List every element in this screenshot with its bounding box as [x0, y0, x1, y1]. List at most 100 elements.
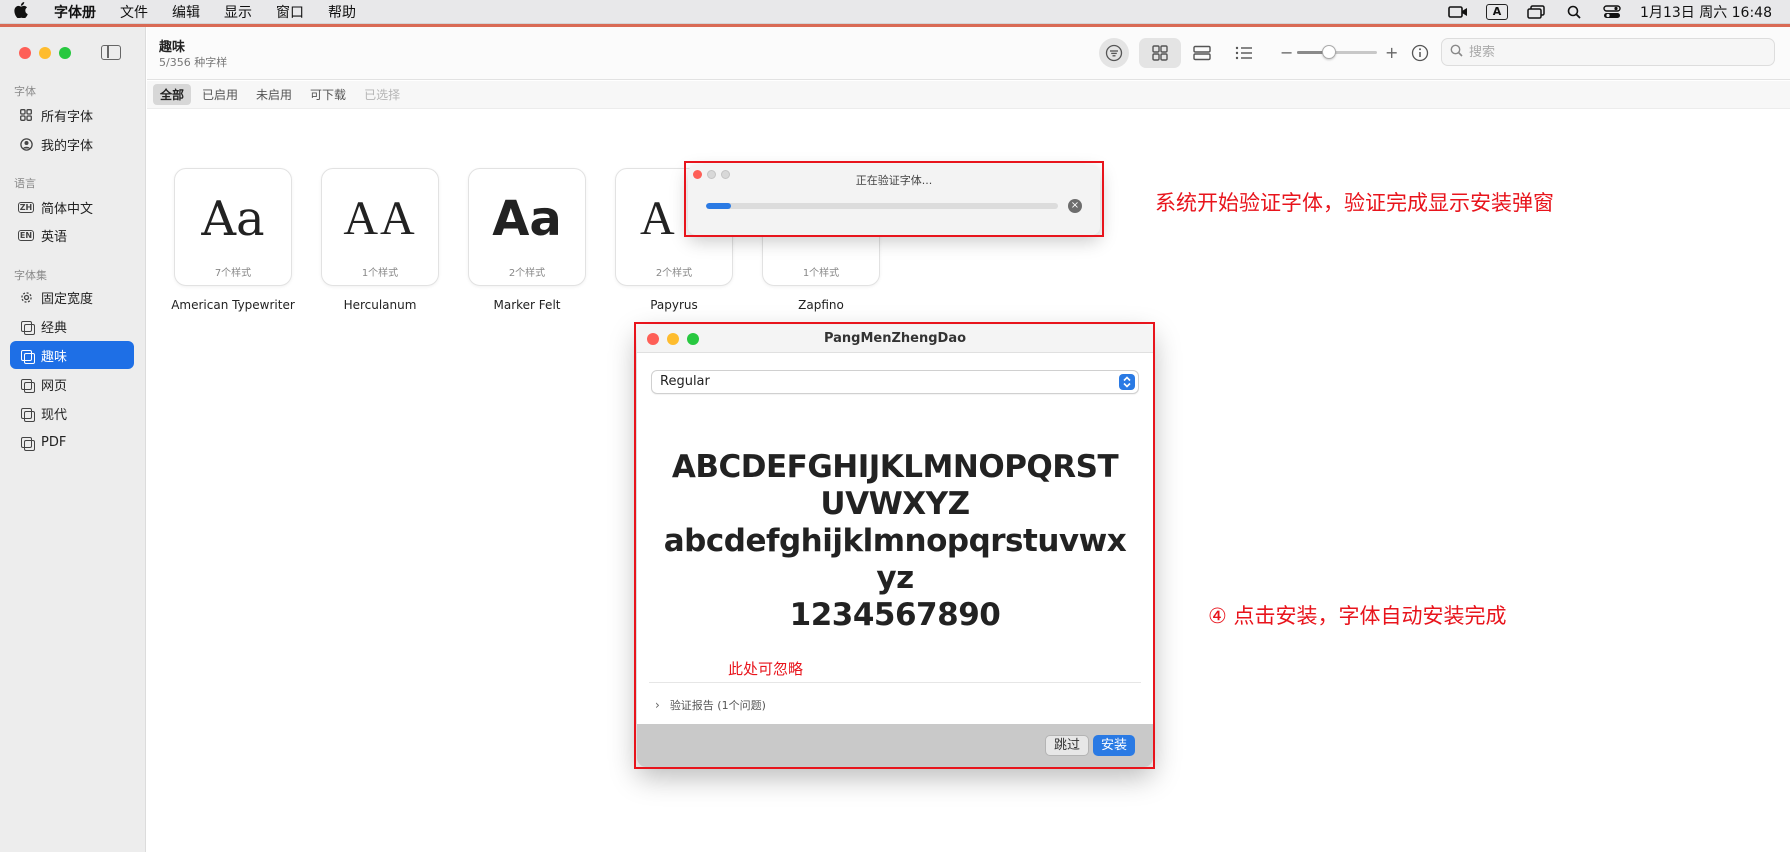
font-style-count: 1个样式 — [802, 268, 840, 279]
menu-app-name[interactable]: 字体册 — [42, 2, 108, 22]
input-source-icon[interactable]: A — [1486, 3, 1509, 20]
skip-button[interactable]: 跳过 — [1045, 735, 1090, 756]
collection-title: 趣味 — [159, 40, 186, 55]
spotlight-search-icon[interactable] — [1564, 4, 1584, 20]
verify-dialog-title: 正在验证字体... — [855, 174, 933, 187]
sidebar-item-label: 英语 — [41, 229, 68, 245]
sidebar-item-web[interactable]: 网页 — [10, 370, 134, 398]
screen-record-icon[interactable] — [1448, 4, 1468, 20]
filter-bar: 全部 已启用 未启用 可下载 已选择 — [147, 81, 1790, 109]
font-style-count: 1个样式 — [361, 268, 399, 279]
close-window-button[interactable] — [19, 47, 31, 59]
menu-edit[interactable]: 编辑 — [160, 2, 212, 22]
apple-menu-icon[interactable] — [0, 1, 42, 22]
sidebar-item-my-fonts[interactable]: 我的字体 — [10, 130, 134, 158]
sidebar-item-label: 所有字体 — [41, 109, 94, 125]
menu-bar: 字体册 文件 编辑 显示 窗口 帮助 A 1月13日 周六 16:48 — [0, 0, 1790, 24]
sidebar-item-pdf[interactable]: PDF — [10, 428, 134, 456]
filter-button[interactable] — [1099, 38, 1129, 68]
preview-lowercase-1: abcdefghijklmnopqrstuvwx — [663, 523, 1127, 559]
sidebar-item-classic[interactable]: 经典 — [10, 312, 134, 340]
sidebar-section-languages: 语言 — [14, 177, 36, 190]
font-name: Zapfino — [798, 298, 844, 312]
verifying-font-dialog: 正在验证字体... × — [688, 165, 1100, 235]
list-view-icon — [1235, 46, 1252, 60]
annotation-ignore-note: 此处可忽略 — [728, 660, 804, 678]
dialog-footer: 跳过 安装 — [637, 724, 1153, 767]
filter-downloadable[interactable]: 可下载 — [303, 84, 353, 105]
grid-view-button[interactable] — [1139, 38, 1181, 68]
chevron-right-icon: › — [655, 698, 660, 712]
font-card-marker-felt[interactable]: Aa 2个样式 — [468, 168, 586, 286]
sidebar-item-label: 经典 — [41, 320, 68, 336]
minimize-window-button[interactable] — [39, 47, 51, 59]
zh-badge-icon: ZH — [17, 201, 35, 213]
menu-view[interactable]: 显示 — [212, 2, 264, 22]
menu-file[interactable]: 文件 — [108, 2, 160, 22]
sidebar-toggle-icon[interactable] — [101, 45, 121, 60]
grid-view-icon — [1152, 45, 1168, 61]
sidebar-item-all-fonts[interactable]: 所有字体 — [10, 101, 134, 129]
font-card-herculanum[interactable]: AA 1个样式 — [321, 168, 439, 286]
sidebar-item-fun[interactable]: 趣味 — [10, 341, 134, 369]
validation-report-label: 验证报告 (1个问题) — [669, 699, 766, 712]
filter-selected: 已选择 — [364, 88, 401, 102]
search-input[interactable] — [1469, 44, 1759, 60]
sidebar-item-label: 趣味 — [41, 349, 68, 365]
zoom-slider[interactable] — [1297, 45, 1377, 59]
sidebar-item-fixed-width[interactable]: 固定宽度 — [10, 283, 134, 311]
verify-progress-bar — [706, 203, 1058, 209]
menu-window[interactable]: 窗口 — [264, 2, 316, 22]
info-icon — [1411, 44, 1429, 62]
cancel-verify-icon[interactable]: × — [1068, 199, 1082, 213]
zoom-window-button[interactable] — [59, 47, 71, 59]
sidebar-item-simplified-chinese[interactable]: ZH 简体中文 — [10, 193, 134, 221]
zoom-slider-knob[interactable] — [1322, 45, 1336, 59]
validation-report-disclosure[interactable]: › 验证报告 (1个问题) — [655, 697, 766, 713]
font-sample: Aa — [492, 191, 562, 247]
preview-digits: 1234567890 — [789, 597, 1001, 633]
collection-icon — [18, 406, 35, 422]
preview-lowercase-2: yz — [876, 560, 914, 596]
font-card-american-typewriter[interactable]: Aa 7个样式 — [174, 168, 292, 286]
strip-view-button[interactable] — [1185, 38, 1219, 68]
sidebar-item-modern[interactable]: 现代 — [10, 399, 134, 427]
font-sample: AA — [343, 192, 417, 245]
collection-icon — [18, 435, 35, 451]
filter-enabled[interactable]: 已启用 — [195, 84, 245, 105]
font-name: Marker Felt — [493, 298, 561, 312]
window-switch-icon[interactable] — [1526, 4, 1546, 20]
sidebar-item-label: 简体中文 — [41, 201, 94, 217]
info-button[interactable] — [1403, 38, 1437, 68]
list-view-button[interactable] — [1227, 38, 1261, 68]
font-name: Herculanum — [343, 298, 417, 312]
search-field[interactable] — [1441, 38, 1775, 66]
preview-uppercase-2: UVWXYZ — [820, 486, 970, 522]
font-name: American Typewriter — [171, 298, 295, 312]
en-badge-icon: EN — [17, 229, 35, 241]
font-style-value: Regular — [660, 374, 710, 389]
chevron-up-down-icon — [1119, 374, 1135, 390]
sidebar-item-label: 固定宽度 — [41, 291, 94, 307]
menubar-clock[interactable]: 1月13日 周六 16:48 — [1640, 2, 1772, 22]
zoom-in-button[interactable]: + — [1385, 43, 1398, 62]
font-style-count: 7个样式 — [214, 268, 252, 279]
install-font-dialog: PangMenZhengDao Regular ABCDEFGHIJKLMNOP… — [637, 325, 1153, 767]
font-style-select[interactable]: Regular — [651, 370, 1139, 394]
font-style-count: 2个样式 — [508, 268, 546, 279]
annotation-verify-note: 系统开始验证字体，验证完成显示安装弹窗 — [1155, 191, 1554, 215]
filter-disabled[interactable]: 未启用 — [249, 84, 299, 105]
menu-help[interactable]: 帮助 — [316, 2, 368, 22]
gear-icon — [18, 290, 34, 304]
font-name: Papyrus — [650, 298, 698, 312]
control-center-icon[interactable] — [1602, 4, 1622, 20]
dialog-titlebar: PangMenZhengDao — [637, 325, 1153, 353]
typeface-count: 5/356 种字样 — [159, 56, 228, 69]
annotation-install-note: ④ 点击安装，字体自动安装完成 — [1208, 604, 1507, 628]
zoom-out-button[interactable]: − — [1280, 43, 1293, 62]
filter-all[interactable]: 全部 — [153, 84, 192, 105]
sidebar-item-english[interactable]: EN 英语 — [10, 221, 134, 249]
search-icon — [1450, 44, 1463, 61]
install-button[interactable]: 安装 — [1093, 735, 1136, 756]
font-style-count: 2个样式 — [655, 268, 693, 279]
